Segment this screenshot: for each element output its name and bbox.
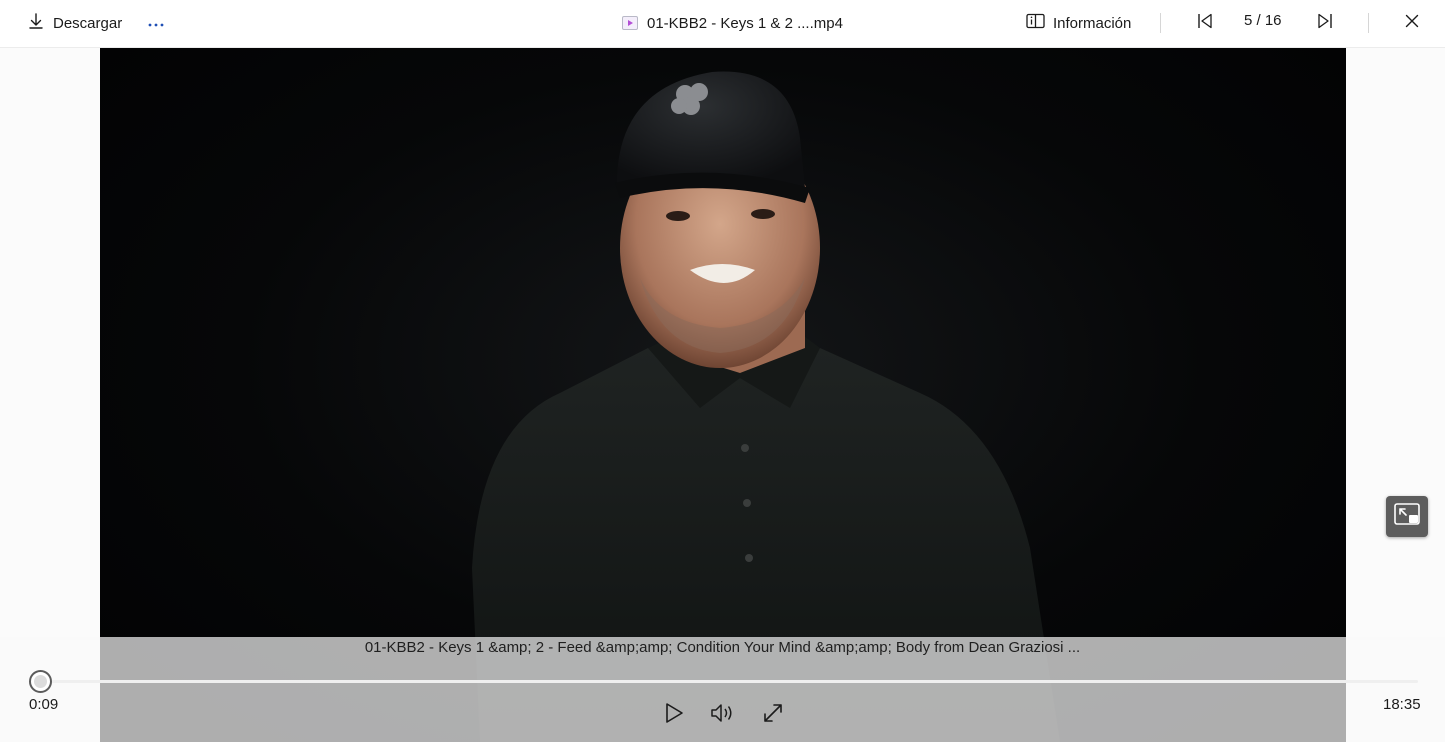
fullscreen-button[interactable] — [759, 701, 787, 729]
toolbar-divider — [1160, 13, 1161, 33]
total-duration: 18:35 — [1383, 696, 1421, 713]
seek-bar[interactable] — [30, 680, 1418, 683]
current-time: 0:09 — [29, 696, 59, 713]
picture-in-picture-button[interactable] — [1386, 496, 1428, 537]
next-button[interactable] — [1313, 8, 1337, 38]
more-options-button[interactable] — [145, 8, 167, 38]
fullscreen-icon — [762, 702, 784, 729]
picture-in-picture-icon — [1394, 503, 1420, 530]
previous-icon — [1196, 12, 1214, 34]
more-dots-icon — [147, 15, 165, 32]
play-button[interactable] — [660, 701, 688, 729]
toolbar-divider — [1368, 13, 1369, 33]
download-icon — [27, 12, 45, 34]
file-title: 01-KBB2 - Keys 1 & 2 ....mp4 — [622, 8, 843, 38]
video-file-icon — [622, 16, 638, 30]
previous-button[interactable] — [1193, 8, 1217, 38]
next-icon — [1316, 12, 1334, 34]
seek-thumb[interactable] — [29, 670, 52, 693]
info-panel-icon — [1026, 13, 1045, 33]
play-icon — [663, 701, 685, 730]
download-label: Descargar — [53, 14, 123, 32]
close-icon — [1405, 14, 1419, 32]
video-caption: 01-KBB2 - Keys 1 &amp; 2 - Feed &amp;amp… — [364, 639, 1081, 656]
viewer-toolbar: Descargar 01-KBB2 - Keys 1 & 2 ....mp4 I… — [0, 0, 1445, 48]
volume-button[interactable] — [709, 701, 737, 729]
info-label: Información — [1053, 14, 1132, 32]
volume-icon — [710, 702, 736, 729]
file-title-text: 01-KBB2 - Keys 1 & 2 ....mp4 — [647, 14, 843, 32]
item-counter: 5 / 16 — [1244, 12, 1282, 29]
download-button[interactable]: Descargar — [27, 8, 122, 38]
close-button[interactable] — [1399, 8, 1425, 38]
info-button[interactable]: Información — [1026, 8, 1131, 38]
